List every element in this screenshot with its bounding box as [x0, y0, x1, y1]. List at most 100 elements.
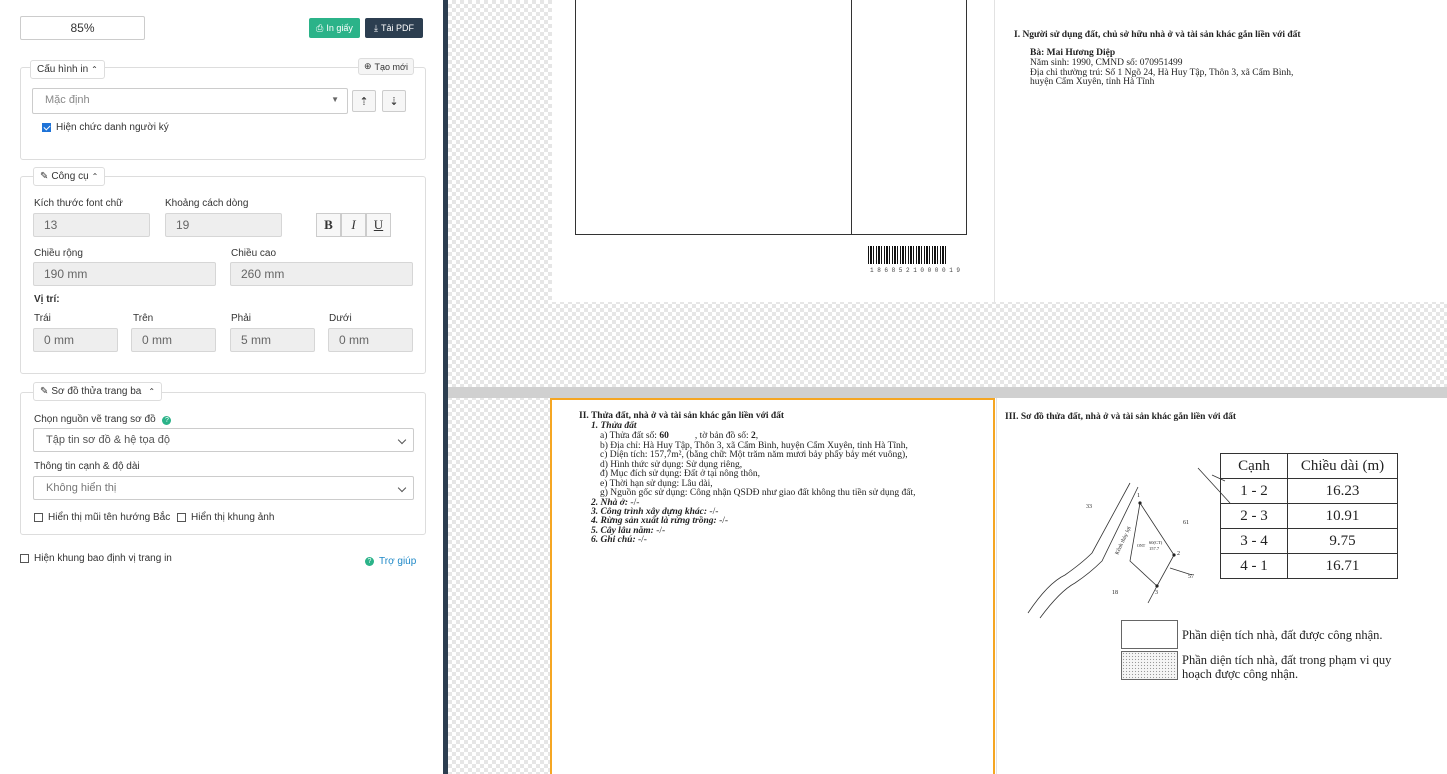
upload-template-button[interactable]: ⇡ — [352, 90, 376, 112]
printer-icon: ⎙ — [316, 22, 324, 33]
h6-value: -/- — [635, 535, 647, 545]
edge-length-table: Cạnh Chiều dài (m) 1 - 2 16.23 2 - 3 10.91… — [1220, 453, 1398, 579]
source-label: Chọn nguồn vẽ trang sơ đồ ? — [34, 414, 172, 425]
a-pre: a) Thửa đất số: — [600, 431, 660, 441]
template-select[interactable]: Mặc định ▼ — [32, 88, 348, 114]
page-back: II. Thửa đất, nhà ở và tài sản khác gắn … — [550, 398, 1447, 774]
header-edge: Cạnh — [1220, 453, 1288, 479]
parcel-label: 60(CT) — [1149, 540, 1163, 545]
section3-title: III. Sơ đồ thửa đất, nhà ở và tài sản kh… — [1005, 412, 1237, 422]
help-icon[interactable]: ? — [162, 416, 172, 425]
legend-recognized-text: Phần diện tích nhà, đất được công nhận. — [1182, 628, 1383, 642]
edge-info-select[interactable]: Không hiển thị — [33, 476, 414, 500]
header-length: Chiều dài (m) — [1287, 453, 1398, 479]
table-row: 4 - 1 16.71 — [1220, 553, 1398, 579]
north-arrow-checkbox[interactable]: Hiển thị mũi tên hướng Bắc — [34, 512, 170, 523]
front-table — [575, 0, 967, 235]
line-spacing-label: Khoảng cách dòng — [165, 198, 249, 209]
bold-button[interactable]: B — [316, 213, 341, 237]
bounding-box-label: Hiện khung bao định vị trang in — [34, 553, 172, 564]
h4-value: -/- — [716, 516, 729, 526]
checkbox-unchecked[interactable] — [20, 554, 29, 563]
underline-button[interactable]: U — [366, 213, 391, 237]
help-link[interactable]: ? Trợ giúp — [365, 556, 416, 567]
page-gap — [448, 387, 1447, 398]
edge-info-value: Không hiển thị — [46, 482, 117, 494]
left-margin-input[interactable]: 0 mm — [33, 328, 118, 352]
zoom-input[interactable]: 85% — [20, 16, 145, 40]
print-button[interactable]: ⎙ In giấy — [309, 18, 360, 38]
owner-line3: huyện Cẩm Xuyên, tỉnh Hà Tĩnh — [1030, 77, 1155, 87]
pdf-label: Tải PDF — [380, 23, 414, 33]
point-label-2: 2 — [1177, 551, 1180, 557]
template-value: Mặc định — [45, 94, 90, 106]
new-config-button[interactable]: ⊕ Tạo mới — [358, 58, 414, 75]
italic-button[interactable]: I — [341, 213, 366, 237]
north-arrow-label: Hiển thị mũi tên hướng Bắc — [48, 512, 171, 523]
barcode-number: 1 8 6 8 5 2 1 0 0 0 0 1 9 — [870, 267, 961, 274]
edge-info-label: Thông tin cạnh & độ dài — [34, 461, 140, 472]
length-cell: 16.71 — [1287, 553, 1398, 579]
line-spacing-input[interactable]: 19 — [165, 213, 282, 237]
source-select[interactable]: Tập tin sơ đồ & hệ tọa độ — [33, 428, 414, 452]
bottom-margin-label: Dưới — [329, 313, 352, 324]
parcel-line-g: g) Nguồn gốc sử dụng: Công nhận QSDĐ như… — [600, 488, 916, 498]
page-front: 1 8 6 8 5 2 1 0 0 0 0 1 9 I. Người sử dụ… — [552, 0, 1447, 302]
font-size-label: Kích thước font chữ — [34, 198, 123, 209]
checkbox-unchecked[interactable] — [177, 513, 186, 522]
length-cell: 9.75 — [1287, 528, 1398, 554]
show-signer-title-label: Hiện chức danh người ký — [56, 122, 169, 133]
bottom-margin-input[interactable]: 0 mm — [328, 328, 413, 352]
diagram-title: Sơ đồ thửa trang ba — [51, 386, 142, 397]
download-template-button[interactable]: ⇣ — [382, 90, 406, 112]
left-margin-label: Trái — [34, 313, 51, 324]
show-signer-title-checkbox[interactable]: Hiện chức danh người ký — [42, 122, 169, 133]
height-input[interactable]: 260 mm — [230, 262, 413, 286]
help-circle-icon: ? — [365, 557, 374, 566]
chevron-up-icon: ⌃ — [148, 387, 156, 396]
table-row: 3 - 4 9.75 — [1220, 528, 1398, 554]
h4-label: 4. Rừng sản xuất là rừng trồng: — [591, 516, 717, 526]
font-size-input[interactable]: 13 — [33, 213, 150, 237]
barcode — [868, 246, 946, 264]
checkbox-unchecked[interactable] — [34, 513, 43, 522]
parcel-map: 1 2 3 33 61 57 18 60(CT) 157.7 ONT Kênh … — [1027, 467, 1231, 619]
h5-value: -/- — [653, 526, 666, 536]
chevron-down-icon — [397, 483, 407, 493]
width-input[interactable]: 190 mm — [33, 262, 216, 286]
tools-title: Công cụ — [51, 171, 89, 182]
width-label: Chiều rộng — [34, 248, 83, 259]
front-table-column — [851, 0, 852, 235]
right-margin-input[interactable]: 5 mm — [230, 328, 315, 352]
chevron-down-icon — [397, 435, 407, 445]
top-margin-input[interactable]: 0 mm — [131, 328, 216, 352]
area-label: 157.7 — [1149, 546, 1160, 551]
right-margin-label: Phải — [231, 313, 252, 324]
vertex-3 — [1155, 584, 1159, 588]
legend-planning-box — [1121, 651, 1178, 680]
a-mid: , tờ bản đồ số: — [694, 431, 752, 441]
print-config-title: Cấu hình in — [37, 64, 89, 75]
edge-cell: 1 - 2 — [1220, 478, 1288, 504]
length-cell: 16.23 — [1287, 478, 1398, 504]
checkbox-checked[interactable] — [42, 123, 51, 132]
table-row: 2 - 3 10.91 — [1220, 503, 1398, 529]
print-label: In giấy — [326, 23, 353, 33]
print-config-legend[interactable]: Cấu hình in ⌃ — [30, 60, 105, 79]
neighbor-61: 61 — [1183, 520, 1189, 526]
a-end: , — [755, 431, 759, 441]
bounding-box-checkbox[interactable]: Hiện khung bao định vị trang in — [20, 553, 172, 564]
upload-icon: ⇡ — [359, 95, 369, 108]
section1-title: I. Người sử dụng đất, chủ sở hữu nhà ở v… — [1014, 30, 1301, 40]
settings-panel: 85% ⎙ In giấy ⤓ Tải PDF Cấu hình in ⌃ ⊕ Tạo … — [0, 0, 445, 774]
chevron-up-icon: ⌃ — [91, 65, 98, 74]
tools-legend[interactable]: ✎ Công cụ ⌃ — [33, 167, 106, 186]
print-preview: 1 8 6 8 5 2 1 0 0 0 0 1 9 I. Người sử dụ… — [448, 0, 1447, 774]
pencil-icon: ✎ — [40, 171, 49, 182]
download-pdf-button[interactable]: ⤓ Tải PDF — [365, 18, 423, 38]
vertex-1 — [1138, 501, 1142, 505]
frame-checkbox[interactable]: Hiển thị khung ảnh — [177, 512, 274, 523]
neighbor-33: 33 — [1086, 504, 1092, 510]
position-label: Vị trí: — [34, 294, 60, 305]
diagram-legend[interactable]: ✎ Sơ đồ thửa trang ba ⌃ — [33, 382, 163, 401]
